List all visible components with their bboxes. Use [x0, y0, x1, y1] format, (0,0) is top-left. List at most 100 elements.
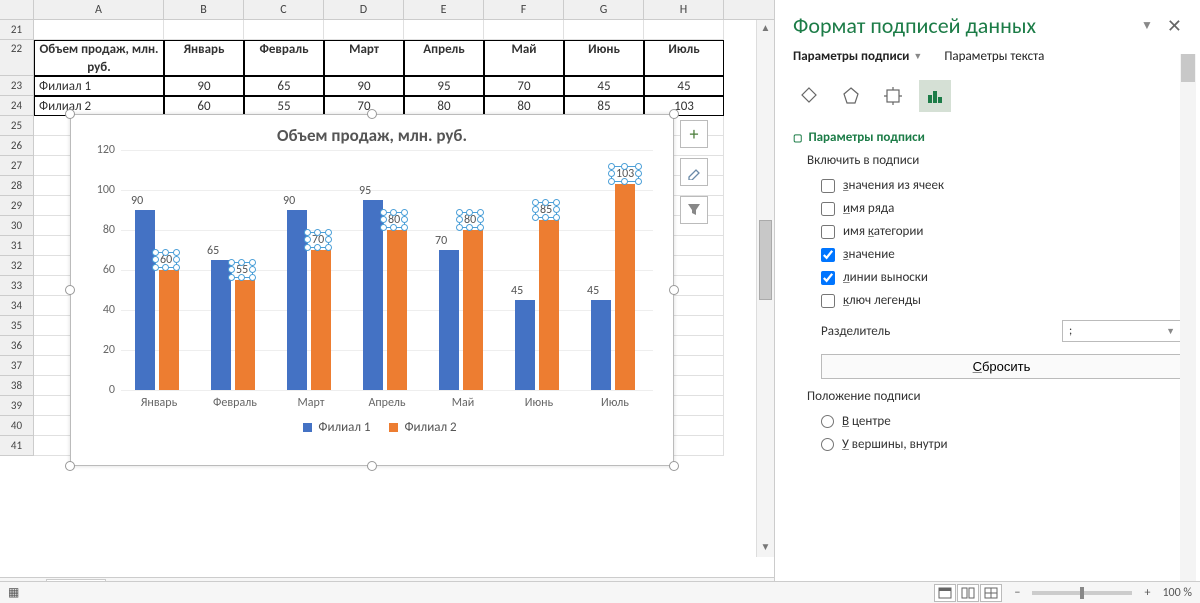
page-layout-view-button[interactable]: [957, 584, 979, 602]
row-header[interactable]: 35: [0, 316, 34, 336]
table-cell[interactable]: 90: [164, 76, 244, 96]
zoom-slider[interactable]: [1032, 591, 1132, 595]
table-cell[interactable]: 90: [324, 76, 404, 96]
data-label[interactable]: 80: [383, 212, 405, 228]
data-label[interactable]: 85: [535, 202, 557, 218]
scroll-down-icon[interactable]: ▼: [757, 539, 774, 557]
data-label[interactable]: 103: [611, 166, 639, 182]
table-header-cell[interactable]: Май: [484, 40, 564, 76]
zoom-in-button[interactable]: +: [1144, 586, 1150, 600]
row-header[interactable]: 24: [0, 96, 34, 116]
row-header[interactable]: 33: [0, 276, 34, 296]
bar[interactable]: [515, 300, 535, 390]
bar[interactable]: [235, 280, 255, 390]
table-row-label[interactable]: Филиал 1: [34, 76, 164, 96]
table-header-cell[interactable]: Объем продаж, млн. руб.: [34, 40, 164, 76]
bar[interactable]: [615, 184, 635, 390]
table-cell[interactable]: 60: [164, 96, 244, 116]
record-macro-icon[interactable]: ▦: [8, 585, 19, 600]
chart-filters-button[interactable]: [680, 196, 708, 224]
size-properties-icon[interactable]: [877, 80, 909, 112]
col-header[interactable]: B: [164, 0, 244, 19]
table-cell[interactable]: 80: [404, 96, 484, 116]
row-header[interactable]: 25: [0, 116, 34, 136]
panel-menu-icon[interactable]: ▼: [1141, 18, 1153, 33]
col-header[interactable]: H: [644, 0, 724, 19]
table-cell[interactable]: 65: [244, 76, 324, 96]
chart-object[interactable]: Объем продаж, млн. руб. 0204060801001209…: [70, 114, 674, 466]
effects-icon[interactable]: [835, 80, 867, 112]
data-label[interactable]: 90: [131, 194, 143, 208]
table-cell[interactable]: 45: [644, 76, 724, 96]
row-header[interactable]: 41: [0, 436, 34, 456]
zoom-level[interactable]: 100 %: [1162, 586, 1192, 600]
row-header[interactable]: 21: [0, 20, 34, 40]
table-header-cell[interactable]: Июль: [644, 40, 724, 76]
zoom-out-button[interactable]: −: [1014, 586, 1020, 600]
row-header[interactable]: 37: [0, 356, 34, 376]
normal-view-button[interactable]: [934, 584, 956, 602]
resize-handle[interactable]: [367, 461, 377, 471]
bar[interactable]: [135, 210, 155, 390]
resize-handle[interactable]: [65, 109, 75, 119]
table-cell[interactable]: 103: [644, 96, 724, 116]
data-label[interactable]: 45: [587, 284, 599, 298]
table-header-cell[interactable]: Июнь: [564, 40, 644, 76]
row-header[interactable]: 39: [0, 396, 34, 416]
row-header[interactable]: 38: [0, 376, 34, 396]
row-header[interactable]: 32: [0, 256, 34, 276]
row-header[interactable]: 36: [0, 336, 34, 356]
row-header[interactable]: 30: [0, 216, 34, 236]
table-header-cell[interactable]: Март: [324, 40, 404, 76]
fill-line-icon[interactable]: [793, 80, 825, 112]
table-cell[interactable]: 70: [484, 76, 564, 96]
row-header[interactable]: 27: [0, 156, 34, 176]
table-cell[interactable]: 95: [404, 76, 484, 96]
vertical-scrollbar[interactable]: ▲ ▼: [756, 20, 774, 557]
label-options-icon[interactable]: [919, 80, 951, 112]
col-header[interactable]: D: [324, 0, 404, 19]
data-label[interactable]: 80: [459, 212, 481, 228]
table-cell[interactable]: 85: [564, 96, 644, 116]
select-all-corner[interactable]: [0, 0, 34, 19]
separator-select[interactable]: ;▼: [1062, 320, 1182, 342]
checkbox-leader-lines[interactable]: линии выноски: [793, 266, 1182, 289]
resize-handle[interactable]: [65, 285, 75, 295]
table-cell[interactable]: 45: [564, 76, 644, 96]
scroll-thumb[interactable]: [1181, 54, 1195, 82]
radio-inside-end[interactable]: У вершины, внутри: [793, 433, 1182, 456]
scroll-up-icon[interactable]: ▲: [757, 20, 774, 38]
table-header-cell[interactable]: Апрель: [404, 40, 484, 76]
row-header[interactable]: 23: [0, 76, 34, 96]
data-label[interactable]: 55: [231, 262, 253, 278]
row-header[interactable]: 34: [0, 296, 34, 316]
chart-styles-button[interactable]: [680, 158, 708, 186]
table-header-cell[interactable]: Январь: [164, 40, 244, 76]
row-header[interactable]: 29: [0, 196, 34, 216]
section-label-options[interactable]: ▢Параметры подписи: [793, 126, 1182, 151]
resize-handle[interactable]: [367, 109, 377, 119]
data-label[interactable]: 90: [283, 194, 295, 208]
checkbox-category-name[interactable]: имя категории: [793, 220, 1182, 243]
bar[interactable]: [311, 250, 331, 390]
resize-handle[interactable]: [669, 285, 679, 295]
data-label[interactable]: 70: [435, 234, 447, 248]
checkbox-series-name[interactable]: имя ряда: [793, 197, 1182, 220]
row-header[interactable]: 40: [0, 416, 34, 436]
bar[interactable]: [463, 230, 483, 390]
data-label[interactable]: 60: [155, 252, 177, 268]
plot-area[interactable]: 0204060801001209060655590709580708045854…: [121, 150, 653, 390]
row-header[interactable]: 22: [0, 40, 34, 76]
bar[interactable]: [539, 220, 559, 390]
data-label[interactable]: 70: [307, 232, 329, 248]
bar[interactable]: [159, 270, 179, 390]
row-header[interactable]: 26: [0, 136, 34, 156]
tab-text-options[interactable]: Параметры текста: [944, 49, 1044, 64]
chart-title[interactable]: Объем продаж, млн. руб.: [71, 115, 673, 150]
close-panel-button[interactable]: ✕: [1167, 15, 1182, 37]
table-header-cell[interactable]: Февраль: [244, 40, 324, 76]
checkbox-legend-key[interactable]: ключ легенды: [793, 289, 1182, 312]
resize-handle[interactable]: [669, 109, 679, 119]
row-header[interactable]: 31: [0, 236, 34, 256]
bar[interactable]: [591, 300, 611, 390]
